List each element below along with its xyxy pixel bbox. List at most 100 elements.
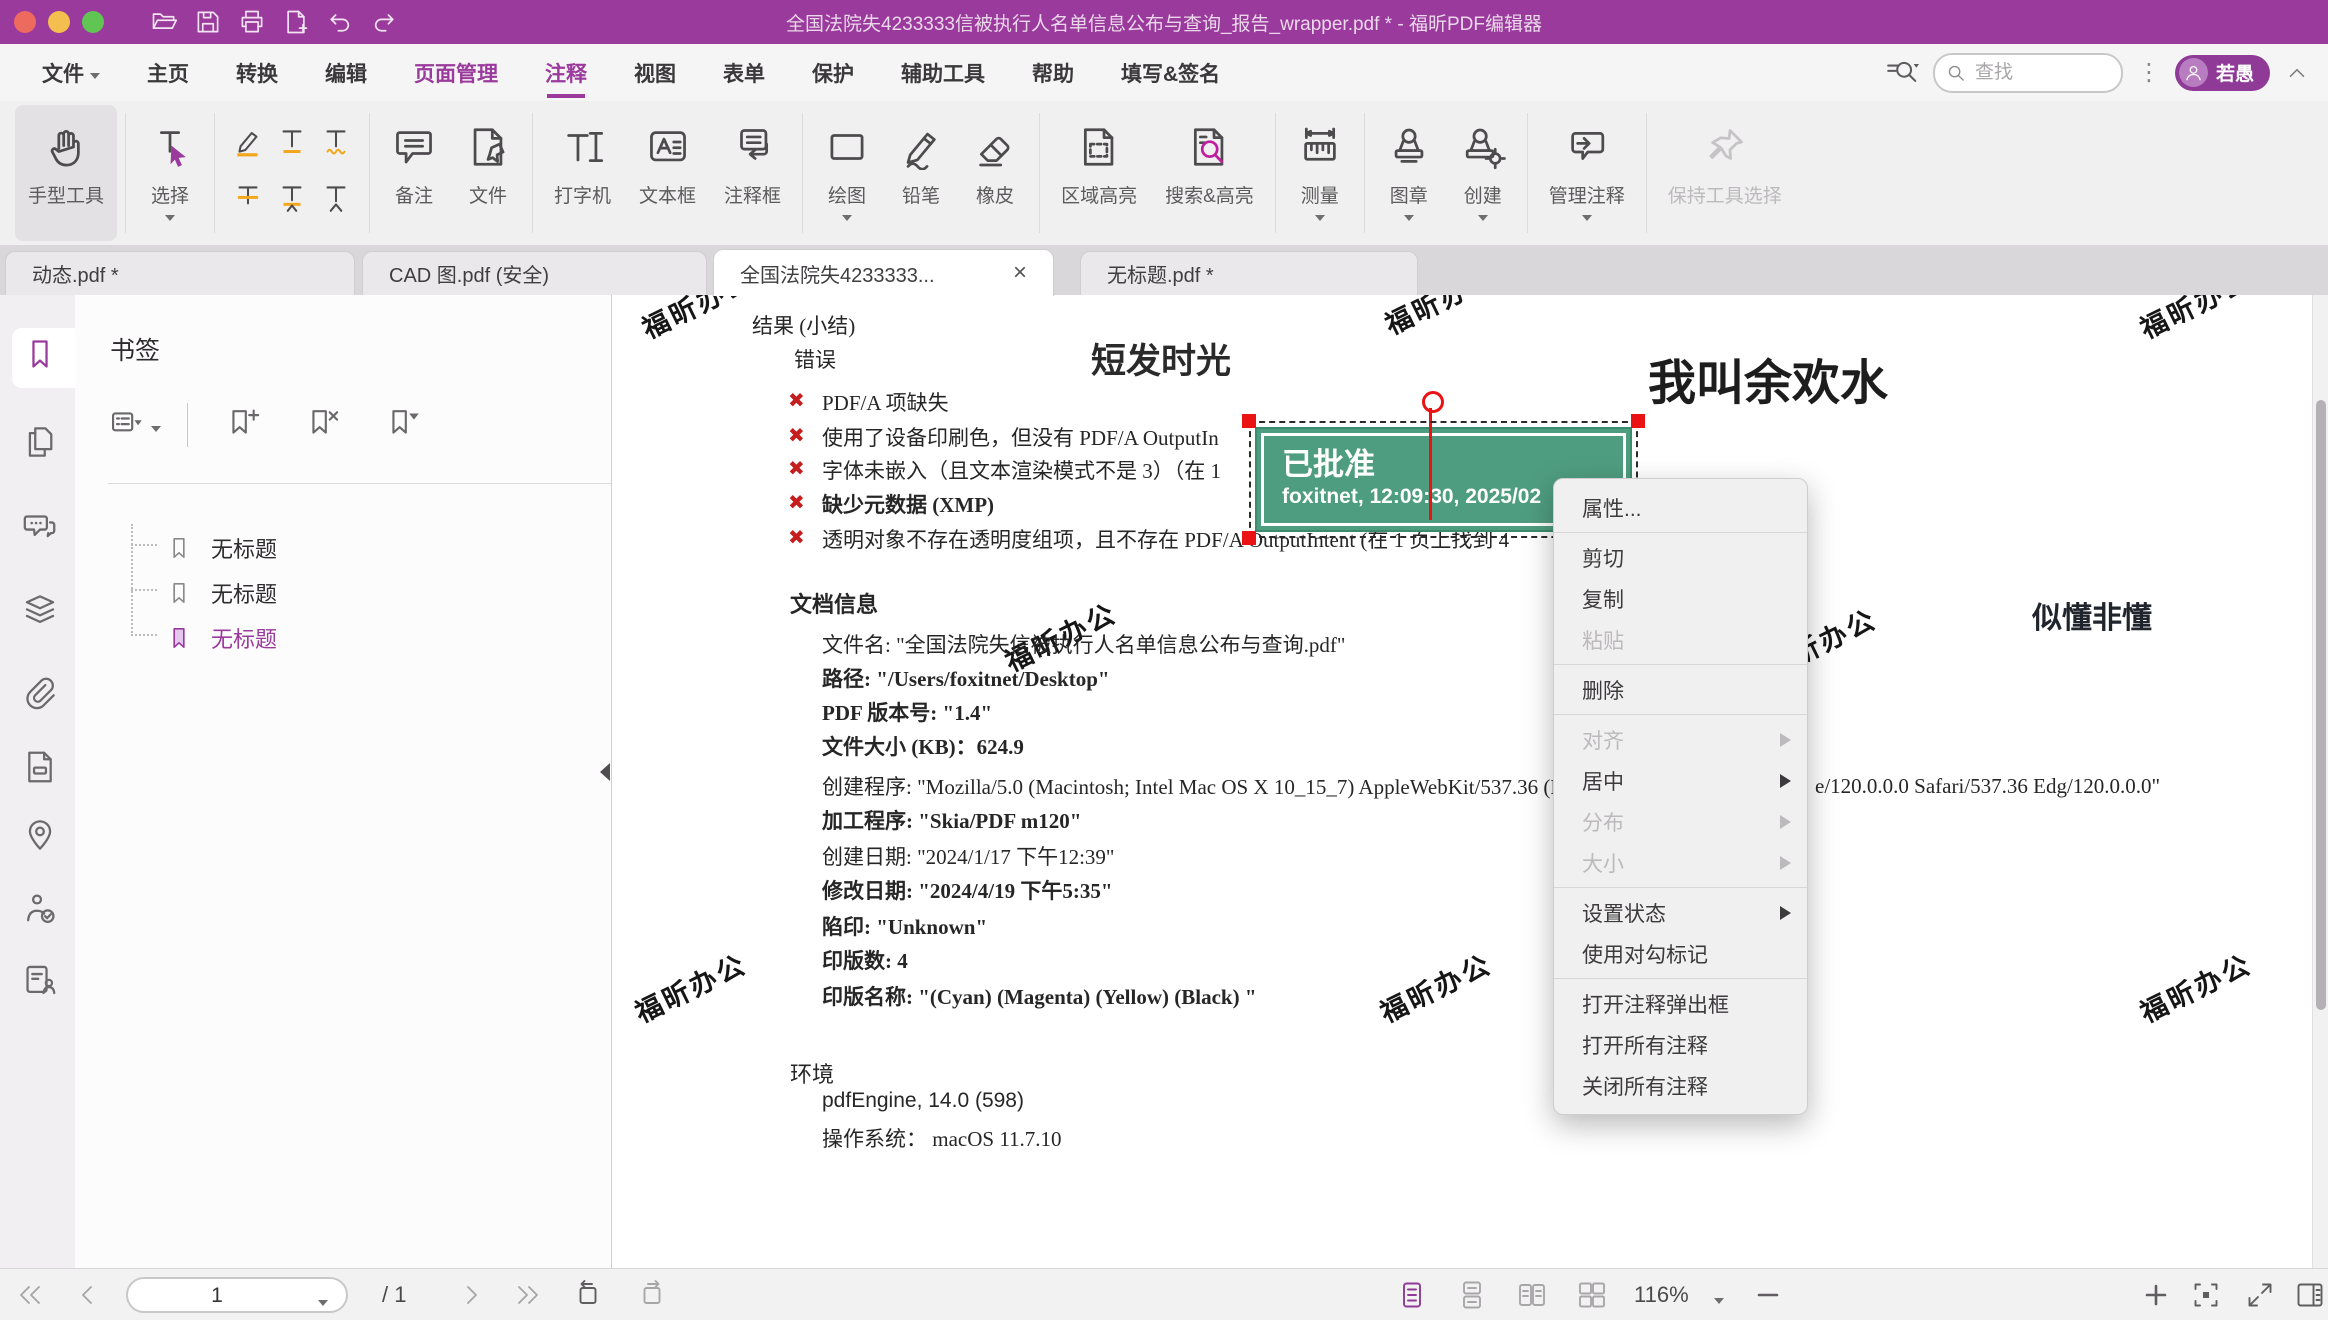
ribbon-button-测量[interactable]: 测量 <box>1284 105 1356 241</box>
sidebar-destinations-icon[interactable] <box>21 816 59 854</box>
undo-icon[interactable] <box>326 7 356 37</box>
ribbon-button-手型工具[interactable]: 手型工具 <box>15 105 117 241</box>
context-menu-item-剪切[interactable]: 剪切 <box>1554 537 1807 578</box>
newpage-icon[interactable] <box>282 7 312 37</box>
squiggly-text-icon[interactable] <box>319 124 353 158</box>
previous-view-button[interactable] <box>572 1279 604 1311</box>
document-tab-4[interactable]: 无标题.pdf * <box>1080 251 1418 295</box>
ribbon-button-打字机[interactable]: 打字机 <box>541 105 624 241</box>
zoom-in-button[interactable] <box>2140 1279 2172 1311</box>
context-menu-item-打开所有注释[interactable]: 打开所有注释 <box>1554 1024 1807 1065</box>
menu-tab-填写&签名[interactable]: 填写&签名 <box>1121 58 1220 88</box>
next-view-button[interactable] <box>636 1279 668 1311</box>
print-icon[interactable] <box>238 7 268 37</box>
ribbon-button-搜索&高亮[interactable]: 搜索&高亮 <box>1152 105 1267 241</box>
last-page-button[interactable] <box>512 1279 544 1311</box>
sidebar-comments-icon[interactable] <box>21 507 59 545</box>
zoom-dropdown-icon[interactable] <box>1714 1298 1724 1304</box>
bookmark-item[interactable]: 无标题 <box>165 532 277 564</box>
context-menu-item-打开注释弹出框[interactable]: 打开注释弹出框 <box>1554 983 1807 1024</box>
fullscreen-button[interactable] <box>2244 1279 2276 1311</box>
document-tab-2[interactable]: CAD 图.pdf (安全) <box>362 251 707 295</box>
zoom-level-label[interactable]: 116% <box>1634 1282 1689 1308</box>
page-dropdown-icon[interactable] <box>318 1300 328 1306</box>
menu-tab-帮助[interactable]: 帮助 <box>1032 58 1074 88</box>
continuous-view-button[interactable] <box>1456 1279 1488 1311</box>
save-icon[interactable] <box>194 7 224 37</box>
context-menu-item-使用对勾标记[interactable]: 使用对勾标记 <box>1554 933 1807 974</box>
vertical-scrollbar[interactable] <box>2312 295 2328 1268</box>
more-options-icon[interactable]: ⋮ <box>2137 61 2161 85</box>
chevron-down-icon[interactable] <box>1582 215 1592 221</box>
sidebar-fields-icon[interactable] <box>21 748 59 786</box>
ribbon-button-注释框[interactable]: 注释框 <box>711 105 794 241</box>
ribbon-button-绘图[interactable]: 绘图 <box>811 105 883 241</box>
redo-icon[interactable] <box>370 7 400 37</box>
ribbon-button-选择[interactable]: 选择 <box>134 105 206 241</box>
scrollbar-thumb[interactable] <box>2316 400 2326 1010</box>
bookmark-add-icon[interactable] <box>225 405 261 441</box>
zoom-window-button[interactable] <box>82 11 104 33</box>
bookmark-item[interactable]: 无标题 <box>165 622 277 654</box>
minimize-window-button[interactable] <box>48 11 70 33</box>
bookmark-delete-icon[interactable] <box>305 405 341 441</box>
context-menu-item-删除[interactable]: 删除 <box>1554 669 1807 710</box>
menu-tab-页面管理[interactable]: 页面管理 <box>414 58 498 88</box>
menu-tab-注释[interactable]: 注释 <box>545 58 587 88</box>
ribbon-button-管理注释[interactable]: 管理注释 <box>1536 105 1638 241</box>
user-account-button[interactable]: 若愚 <box>2175 55 2270 91</box>
sidebar-attachments-icon[interactable] <box>21 675 59 713</box>
strikeout-text-icon[interactable] <box>231 180 265 214</box>
ribbon-button-备注[interactable]: 备注 <box>378 105 450 241</box>
menu-tab-编辑[interactable]: 编辑 <box>325 58 367 88</box>
ribbon-button-区域高亮[interactable]: 区域高亮 <box>1048 105 1150 241</box>
ribbon-button-铅笔[interactable]: 铅笔 <box>885 105 957 241</box>
menu-tab-文件[interactable]: 文件 <box>42 58 100 88</box>
next-page-button[interactable] <box>455 1279 487 1311</box>
document-tab-1[interactable]: 动态.pdf * <box>5 251 355 295</box>
chevron-down-icon[interactable] <box>1478 215 1488 221</box>
context-menu-item-设置状态[interactable]: 设置状态 <box>1554 892 1807 933</box>
menu-tab-表单[interactable]: 表单 <box>723 58 765 88</box>
insert-text-icon[interactable] <box>275 180 309 214</box>
context-menu-item-属性[interactable]: 属性... <box>1554 487 1807 528</box>
chevron-down-icon[interactable] <box>842 215 852 221</box>
bookmark-item[interactable]: 无标题 <box>165 577 277 609</box>
bookmark-expand-icon[interactable] <box>385 405 421 441</box>
two-page-view-button[interactable] <box>1516 1279 1548 1311</box>
ribbon-button-文件[interactable]: 文件 <box>452 105 524 241</box>
sidebar-pages-icon[interactable] <box>21 423 59 461</box>
context-menu-item-关闭所有注释[interactable]: 关闭所有注释 <box>1554 1065 1807 1106</box>
sidebar-bookmark-icon[interactable] <box>21 335 59 373</box>
ribbon-button-橡皮[interactable]: 橡皮 <box>959 105 1031 241</box>
collapse-panel-handle[interactable] <box>600 763 610 781</box>
context-menu-item-居中[interactable]: 居中 <box>1554 760 1807 801</box>
resize-handle[interactable] <box>1242 531 1256 545</box>
fit-page-button[interactable] <box>2190 1279 2222 1311</box>
context-menu-item-复制[interactable]: 复制 <box>1554 578 1807 619</box>
sidebar-signatures-icon[interactable] <box>21 890 59 928</box>
prev-page-button[interactable] <box>72 1279 104 1311</box>
chevron-down-icon[interactable] <box>151 426 161 432</box>
search-box[interactable] <box>1933 53 2123 93</box>
chevron-down-icon[interactable] <box>1315 215 1325 221</box>
document-tab-3[interactable]: 全国法院失4233333...× <box>713 249 1054 296</box>
rotation-handle[interactable] <box>1422 391 1444 413</box>
ribbon-button-创建[interactable]: 创建 <box>1447 105 1519 241</box>
resize-handle[interactable] <box>1242 414 1256 428</box>
close-window-button[interactable] <box>14 11 36 33</box>
open-icon[interactable] <box>150 7 180 37</box>
menu-tab-转换[interactable]: 转换 <box>236 58 278 88</box>
chevron-down-icon[interactable] <box>165 215 175 221</box>
single-page-view-button[interactable] <box>1396 1279 1428 1311</box>
chevron-down-icon[interactable] <box>1404 215 1414 221</box>
zoom-out-button[interactable] <box>1752 1279 1784 1311</box>
reading-panel-button[interactable] <box>2294 1279 2326 1311</box>
underline-text-icon[interactable] <box>275 124 309 158</box>
list-menu-icon[interactable] <box>108 405 144 441</box>
replace-text-icon[interactable] <box>319 180 353 214</box>
find-replace-icon[interactable] <box>1885 56 1919 90</box>
highlight-icon[interactable] <box>231 124 265 158</box>
menu-tab-保护[interactable]: 保护 <box>812 58 854 88</box>
page-number-input[interactable]: 1 <box>126 1277 348 1313</box>
